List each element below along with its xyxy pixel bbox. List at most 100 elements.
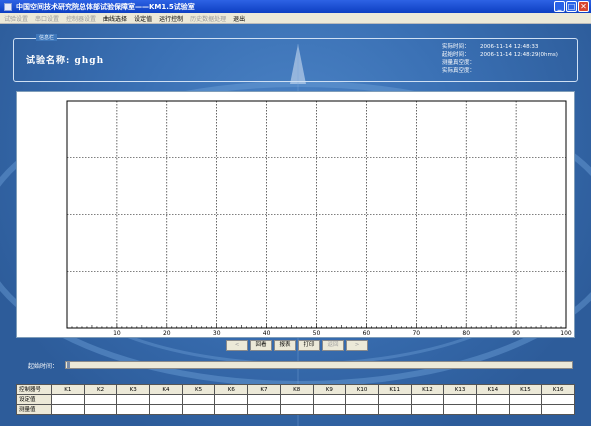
x-tick-label: 70 xyxy=(412,330,420,337)
x-tick-label: 20 xyxy=(163,330,171,337)
setpoint-cell[interactable] xyxy=(214,394,249,405)
setpoint-cell[interactable] xyxy=(181,394,216,405)
measured-cell xyxy=(443,404,477,415)
actual-time-value: 2006-11-14 12:48:33 xyxy=(480,44,539,50)
setpoint-cell[interactable] xyxy=(247,394,281,405)
setpoint-row-label: 设定值 xyxy=(16,394,52,405)
info-legend: 信息栏 xyxy=(36,34,58,41)
report-button[interactable]: 报表 xyxy=(274,340,296,351)
start-time-slider[interactable] xyxy=(65,361,573,369)
controller-header-cell: K5 xyxy=(181,384,216,395)
measured-cell xyxy=(377,404,412,415)
controller-header-cell: K13 xyxy=(443,384,477,395)
next-button[interactable]: > xyxy=(346,340,368,351)
menu-controller-settings[interactable]: 控制器设置 xyxy=(66,14,96,23)
measured-cell xyxy=(279,404,314,415)
curve-chart: 10 20 30 40 50 60 70 80 90 100 xyxy=(16,91,575,338)
minimize-button[interactable]: _ xyxy=(554,1,565,12)
window-title: 中国空间技术研究院总体部试验保障室——KM1.5试验室 xyxy=(16,2,195,11)
setpoint-cell[interactable] xyxy=(345,394,379,405)
menu-setpoint[interactable]: 设定值 xyxy=(134,14,152,23)
chart-plot: 10 20 30 40 50 60 70 80 90 100 xyxy=(66,100,572,337)
measured-cell xyxy=(312,404,347,415)
setpoint-cell[interactable] xyxy=(279,394,314,405)
setpoint-cell[interactable] xyxy=(443,394,477,405)
actual-time-label: 实际时间： xyxy=(442,44,470,50)
setpoint-cell[interactable] xyxy=(377,394,412,405)
controller-header-cell: K9 xyxy=(312,384,347,395)
menu-history[interactable]: 历史数据处理 xyxy=(190,14,226,23)
setpoint-row: 设定值 xyxy=(16,394,575,405)
measured-cell xyxy=(83,404,118,415)
setpoint-cell[interactable] xyxy=(508,394,543,405)
controller-row-label: 控制器号 xyxy=(16,384,52,395)
print-button[interactable]: 打印 xyxy=(298,340,320,351)
measured-cell xyxy=(116,404,151,415)
return-button[interactable]: 返回 xyxy=(322,340,344,351)
review-button[interactable]: 回看 xyxy=(250,340,272,351)
controller-header-cell: K12 xyxy=(410,384,445,395)
setpoint-cell[interactable] xyxy=(312,394,347,405)
x-tick-label: 90 xyxy=(512,330,520,337)
test-name-label: 试验名称: xyxy=(26,56,71,66)
chart-controls: < 回看 报表 打印 返回 > xyxy=(226,340,368,351)
setpoint-cell[interactable] xyxy=(51,394,85,405)
menu-serial-settings[interactable]: 串口设置 xyxy=(35,14,59,23)
controller-header-cell: K11 xyxy=(377,384,412,395)
x-tick-label: 100 xyxy=(560,330,572,337)
controller-header-cell: K1 xyxy=(51,384,85,395)
menu-test-settings[interactable]: 试验设置 xyxy=(4,14,28,23)
x-tick-label: 60 xyxy=(363,330,371,337)
measured-cell xyxy=(345,404,379,415)
controller-header-cell: K6 xyxy=(214,384,249,395)
measured-row-label: 测量值 xyxy=(16,404,52,415)
controller-header-cell: K16 xyxy=(541,384,575,395)
test-name: 试验名称: ghgh xyxy=(26,53,104,66)
controller-header-cell: K8 xyxy=(279,384,314,395)
setpoint-cell[interactable] xyxy=(116,394,151,405)
close-button[interactable]: ✕ xyxy=(578,1,589,12)
controller-table: 控制器号 K1 K2 K3 K4 K5 K6 K7 K8 K9 K10 K11 K12 K13 K14 K1… xyxy=(16,384,575,415)
menu-run-control[interactable]: 运行控制 xyxy=(159,14,183,23)
measured-cell xyxy=(541,404,575,415)
x-tick-label: 80 xyxy=(462,330,470,337)
app-icon xyxy=(4,2,12,11)
actual-vacuum-label: 实际真空度： xyxy=(442,68,476,74)
x-tick-label: 10 xyxy=(113,330,121,337)
measured-cell xyxy=(181,404,216,415)
controller-header-cell: K7 xyxy=(247,384,281,395)
setpoint-cell[interactable] xyxy=(541,394,575,405)
setpoint-cell[interactable] xyxy=(83,394,118,405)
measured-cell xyxy=(475,404,510,415)
info-status: 实际时间： 2006-11-14 12:48:33 起始时间： 2006-11-14… xyxy=(442,43,558,75)
controller-header-cell: K4 xyxy=(149,384,183,395)
measured-cell xyxy=(149,404,183,415)
measured-vacuum-label: 测量真空度： xyxy=(442,60,476,66)
start-time-slider-label: 起始时间： xyxy=(28,363,59,370)
measured-cell xyxy=(214,404,249,415)
menu-exit[interactable]: 退出 xyxy=(233,14,245,23)
measured-cell xyxy=(508,404,543,415)
controller-header-cell: K3 xyxy=(116,384,151,395)
setpoint-cell[interactable] xyxy=(149,394,183,405)
test-name-value: ghgh xyxy=(74,56,105,66)
measured-row: 测量值 xyxy=(16,404,575,415)
maximize-button[interactable]: □ xyxy=(566,1,577,12)
measured-cell xyxy=(51,404,85,415)
setpoint-cell[interactable] xyxy=(475,394,510,405)
controller-header-cell: K14 xyxy=(475,384,510,395)
x-tick-label: 30 xyxy=(213,330,221,337)
controller-header-cell: K15 xyxy=(508,384,543,395)
prev-button[interactable]: < xyxy=(226,340,248,351)
menu-bar: 试验设置 串口设置 控制器设置 曲线选择 设定值 运行控制 历史数据处理 退出 xyxy=(0,13,591,24)
controller-row: 控制器号 K1 K2 K3 K4 K5 K6 K7 K8 K9 K10 K11 K12 K13 K14 K1… xyxy=(16,384,575,395)
measured-cell xyxy=(410,404,445,415)
setpoint-cell[interactable] xyxy=(410,394,445,405)
start-time-slider-thumb[interactable] xyxy=(67,362,70,368)
info-panel: 信息栏 试验名称: ghgh 实际时间： 2006-11-14 12:48:33 … xyxy=(13,34,578,82)
menu-curve-select[interactable]: 曲线选择 xyxy=(103,14,127,23)
controller-header-cell: K10 xyxy=(345,384,379,395)
x-tick-label: 50 xyxy=(313,330,321,337)
start-time-value: 2006-11-14 12:48:29(0hms) xyxy=(480,52,558,58)
x-tick-label: 40 xyxy=(263,330,271,337)
